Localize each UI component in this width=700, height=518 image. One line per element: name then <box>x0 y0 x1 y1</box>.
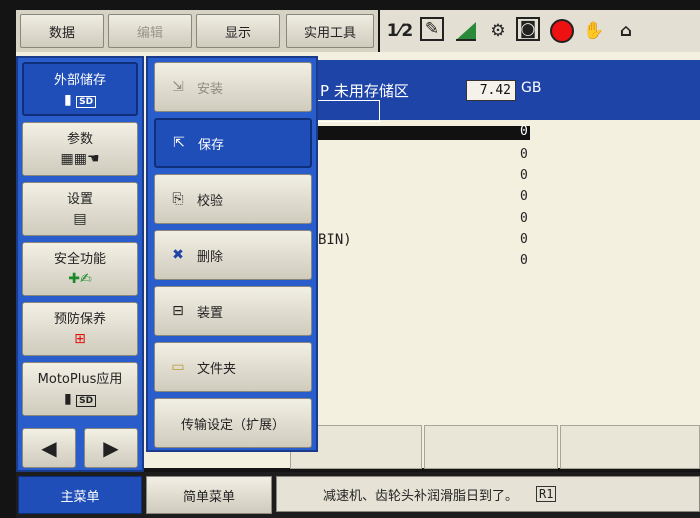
submenu-install-label: 安装 <box>197 81 224 97</box>
menu-utility[interactable]: 实用工具 <box>286 14 374 48</box>
install-icon: ⇲ <box>172 79 184 95</box>
left-item-external-storage[interactable]: 外部储存 ▮ SD <box>22 62 138 116</box>
submenu-folder[interactable]: ▭ 文件夹 <box>154 342 312 392</box>
tool-icon[interactable]: ⚙ <box>484 17 512 45</box>
simple-menu-label: 简单菜单 <box>182 489 235 505</box>
value-row-5: 0 <box>520 211 528 226</box>
camera-icon[interactable]: ◙ <box>516 17 540 41</box>
left-menu-panel: 外部储存 ▮ SD 参数 ▦▦☚ 设置 ▤ 安全功能 ✚✍ 预防保养 ⊞ Mot… <box>16 56 144 472</box>
settings-panel-icon: ▤ <box>73 211 87 227</box>
main-menu-label: 主菜单 <box>60 489 100 505</box>
verify-icon: ⎘ <box>172 191 184 207</box>
function-key-row <box>290 425 700 469</box>
coordinate-icon[interactable]: 1⁄2 <box>386 17 414 45</box>
bin-label: BIN) <box>318 232 352 248</box>
menu-edit[interactable]: 编辑 <box>108 14 192 48</box>
left-item-settings-label: 设置 <box>66 192 93 207</box>
page-next-button[interactable]: ▶ <box>84 428 138 468</box>
left-item-external-storage-label: 外部储存 <box>53 73 106 88</box>
left-item-parameters[interactable]: 参数 ▦▦☚ <box>22 122 138 176</box>
status-message: 减速机、齿轮头补润滑脂日到了。 <box>323 488 519 504</box>
folder-icon: ▭ <box>171 359 185 375</box>
edit-icon[interactable]: ✎ <box>420 17 444 41</box>
value-row-1: 0 <box>520 124 528 139</box>
left-item-maintenance-label: 预防保养 <box>53 312 106 327</box>
left-item-maintenance[interactable]: 预防保养 ⊞ <box>22 302 138 356</box>
delete-icon: ✖ <box>172 247 184 263</box>
value-row-4: 0 <box>520 189 528 204</box>
device-icon: ⊟ <box>172 303 184 319</box>
left-item-motoplus-label: MotoPlus应用 <box>37 372 123 387</box>
value-row-3: 0 <box>520 168 528 183</box>
arrow-left-icon: ◀ <box>41 436 57 460</box>
signal-icon[interactable] <box>452 17 480 45</box>
status-message-bar: 减速机、齿轮头补润滑脂日到了。 R1 <box>276 476 700 512</box>
submenu-save-label: 保存 <box>198 137 225 153</box>
menu-utility-label: 实用工具 <box>303 25 356 41</box>
record-stop-icon-svg <box>550 19 574 43</box>
hand-icon[interactable]: ✋ <box>580 17 608 45</box>
value-row-7: 0 <box>520 253 528 268</box>
menu-display-label: 显示 <box>224 25 251 41</box>
submenu-transfer-settings[interactable]: 传输设定（扩展） <box>154 398 312 448</box>
submenu-device[interactable]: ⊟ 装置 <box>154 286 312 336</box>
simple-menu-button[interactable]: 简单菜单 <box>146 476 272 514</box>
selected-row-highlight[interactable] <box>310 126 530 140</box>
page-prev-button[interactable]: ◀ <box>22 428 76 468</box>
left-item-motoplus[interactable]: MotoPlus应用 ▮ SD <box>22 362 138 416</box>
title-prefix: P <box>320 82 330 100</box>
arrow-right-icon: ▶ <box>103 436 119 460</box>
safety-icon: ✚✍ <box>68 271 92 287</box>
status-tag: R1 <box>536 486 557 502</box>
left-item-safety-label: 安全功能 <box>53 252 106 267</box>
save-sd-icon: ⇱ <box>173 135 185 151</box>
submenu-save[interactable]: ⇱ 保存 <box>154 118 312 168</box>
menu-display[interactable]: 显示 <box>196 14 280 48</box>
first-aid-icon: ⊞ <box>74 331 86 347</box>
top-menu-bar: 数据 编辑 显示 实用工具 <box>16 10 378 52</box>
value-row-2: 0 <box>520 147 528 162</box>
free-space-unit: GB <box>521 80 542 96</box>
menu-edit-label: 编辑 <box>136 25 163 41</box>
record-stop-icon[interactable] <box>548 17 576 45</box>
submenu-install[interactable]: ⇲ 安装 <box>154 62 312 112</box>
left-item-parameters-label: 参数 <box>66 132 93 147</box>
parameter-icon: ▦▦☚ <box>60 151 100 167</box>
submenu-delete-label: 删除 <box>197 249 224 265</box>
title-label: 未用存储区 <box>333 82 409 100</box>
menu-data[interactable]: 数据 <box>20 14 104 48</box>
sd-card-icon: ▮ SD <box>64 92 97 108</box>
submenu-folder-label: 文件夹 <box>197 361 237 377</box>
submenu-delete[interactable]: ✖ 删除 <box>154 230 312 280</box>
free-space-value: 7.42 <box>466 80 516 101</box>
submenu-verify[interactable]: ⎘ 校验 <box>154 174 312 224</box>
sd-card-icon: ▮ SD <box>64 391 97 407</box>
submenu-device-label: 装置 <box>197 305 224 321</box>
submenu-verify-label: 校验 <box>197 193 224 209</box>
function-key-2[interactable] <box>424 425 558 469</box>
submenu-transfer-settings-label: 传输设定（扩展） <box>180 417 285 433</box>
menu-data-label: 数据 <box>48 25 75 41</box>
main-menu-button[interactable]: 主菜单 <box>18 476 142 514</box>
left-item-safety[interactable]: 安全功能 ✚✍ <box>22 242 138 296</box>
home-lock-icon[interactable]: ⌂ <box>612 17 640 45</box>
value-row-6: 0 <box>520 232 528 247</box>
function-key-3[interactable] <box>560 425 700 469</box>
page-title: P 未用存储区 <box>320 80 409 101</box>
external-storage-submenu: ⇲ 安装 ⇱ 保存 ⎘ 校验 ✖ 删除 ⊟ 装置 ▭ 文件夹 传输设定（扩展） <box>146 56 318 452</box>
signal-icon-svg <box>456 22 476 41</box>
status-icon-bar: 1⁄2 ✎ ⚙ ◙ ✋ ⌂ <box>380 10 700 52</box>
left-item-settings[interactable]: 设置 ▤ <box>22 182 138 236</box>
